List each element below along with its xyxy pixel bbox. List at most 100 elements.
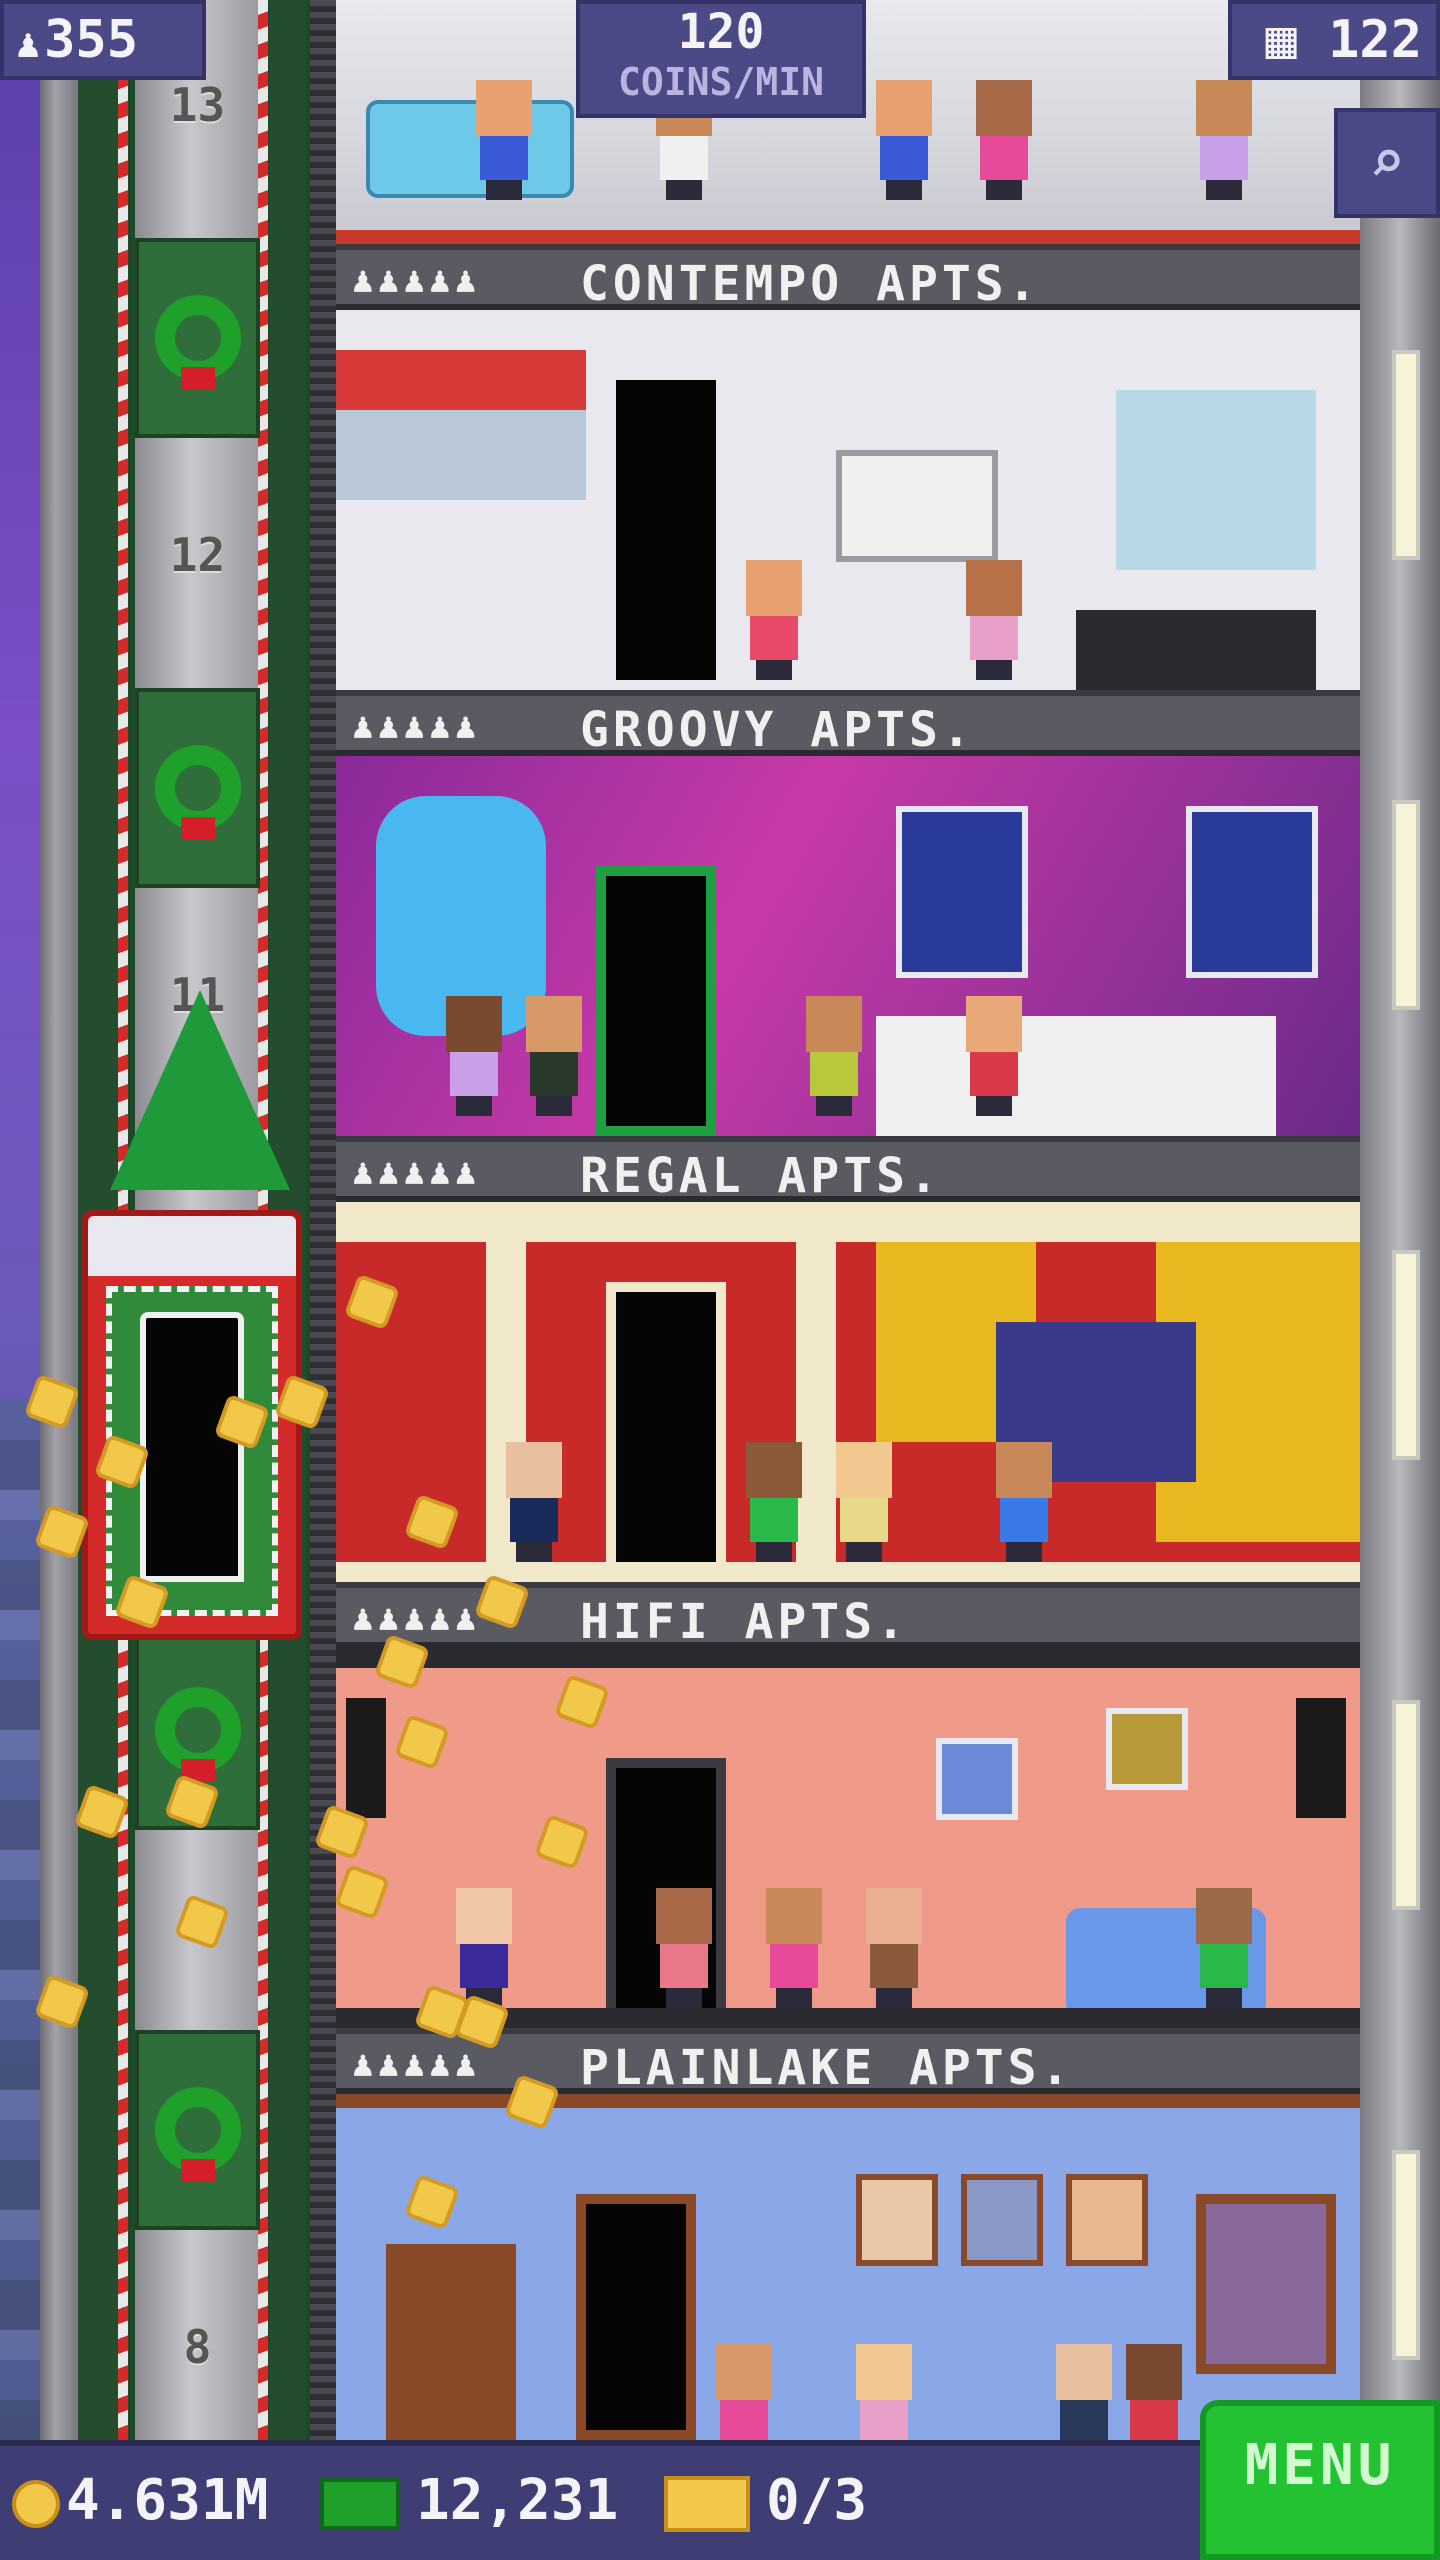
tenant[interactable] bbox=[876, 80, 932, 200]
tenant[interactable] bbox=[1196, 1888, 1252, 2008]
floors-value: 122 bbox=[1328, 10, 1422, 70]
union-jack-poster bbox=[896, 806, 1028, 978]
room-interior bbox=[336, 756, 1360, 1136]
tenant[interactable] bbox=[456, 1888, 512, 2008]
tenant[interactable] bbox=[1056, 2344, 1112, 2440]
apartment-door[interactable] bbox=[606, 1282, 726, 1582]
bux-balance[interactable]: 12,231 bbox=[320, 2466, 618, 2536]
wall-picture bbox=[936, 1738, 1018, 1820]
tenant[interactable] bbox=[996, 1442, 1052, 1562]
pillar-light bbox=[1392, 2150, 1420, 2360]
magnifier-icon: ⌕ bbox=[1368, 127, 1406, 197]
window bbox=[336, 410, 586, 500]
union-jack-poster bbox=[1186, 806, 1318, 978]
wreath-icon bbox=[154, 745, 241, 839]
apartment-door[interactable] bbox=[606, 370, 726, 690]
framed-portrait bbox=[856, 2174, 938, 2266]
ceiling-trim bbox=[336, 2094, 1360, 2108]
coin-balance-value: 4.631M bbox=[66, 2468, 269, 2533]
floor-strip bbox=[336, 230, 1360, 244]
building-icon: ▦ bbox=[1265, 10, 1297, 70]
tenant[interactable] bbox=[806, 996, 862, 1116]
bookshelf bbox=[386, 2244, 516, 2440]
room-interior bbox=[336, 310, 1360, 690]
framed-portrait bbox=[961, 2174, 1043, 2266]
wreath-panel bbox=[135, 688, 260, 888]
speaker bbox=[1296, 1698, 1346, 1818]
floor-label-bar: ♟♟♟♟♟ REGAL APTS. bbox=[336, 1136, 1360, 1204]
tenant[interactable] bbox=[976, 80, 1032, 200]
wreath-icon bbox=[154, 295, 241, 389]
floor-name: PLAINLAKE APTS. bbox=[580, 2040, 1074, 2096]
tenant[interactable] bbox=[746, 560, 802, 680]
coins-per-min-unit: COINS/MIN bbox=[618, 60, 824, 104]
tenant[interactable] bbox=[656, 1888, 712, 2008]
bux-balance-value: 12,231 bbox=[416, 2468, 619, 2533]
shaft-rail bbox=[310, 0, 336, 2440]
menu-button[interactable]: MENU bbox=[1200, 2400, 1440, 2560]
tenant[interactable] bbox=[716, 2344, 772, 2440]
coins-per-minute: 120 COINS/MIN bbox=[576, 0, 866, 118]
coin-icon bbox=[12, 2479, 60, 2528]
apartment-door[interactable] bbox=[576, 2194, 696, 2440]
window bbox=[1196, 2194, 1336, 2374]
apartment-door[interactable] bbox=[596, 866, 716, 1136]
wreath-icon bbox=[154, 2087, 241, 2181]
tenant[interactable] bbox=[746, 1442, 802, 1562]
shaft-floor-number: 12 bbox=[169, 528, 226, 582]
floor-name: CONTEMPO APTS. bbox=[580, 256, 1041, 312]
pillar-light bbox=[1392, 350, 1420, 560]
wall-stripe bbox=[336, 350, 586, 410]
occupancy-person-icons: ♟♟♟♟♟ bbox=[352, 1598, 481, 1639]
tenant[interactable] bbox=[1126, 2344, 1182, 2440]
floor-counter[interactable]: ▦ 122 bbox=[1228, 0, 1440, 80]
occupancy-person-icons: ♟♟♟♟♟ bbox=[352, 260, 481, 301]
city-background bbox=[0, 1400, 40, 2440]
shaft-wall bbox=[40, 0, 78, 2440]
floor-name: REGAL APTS. bbox=[580, 1148, 942, 1204]
bux-icon bbox=[320, 2477, 400, 2530]
elevator-door bbox=[140, 1312, 244, 1582]
tenant[interactable] bbox=[766, 1888, 822, 2008]
tenant[interactable] bbox=[966, 996, 1022, 1116]
floor-label-bar: ♟♟♟♟♟ CONTEMPO APTS. bbox=[336, 244, 1360, 312]
vip-ticket-icon bbox=[664, 2475, 750, 2532]
population-counter[interactable]: ♟355 bbox=[0, 0, 206, 80]
population-value: 355 bbox=[44, 10, 139, 70]
room-interior bbox=[336, 1202, 1360, 1582]
coin-balance[interactable]: 4.631M bbox=[12, 2466, 268, 2536]
tenant[interactable] bbox=[506, 1442, 562, 1562]
floor-name: HIFI APTS. bbox=[580, 1594, 909, 1650]
wreath-panel bbox=[135, 2030, 260, 2230]
tenant[interactable] bbox=[856, 2344, 912, 2440]
sofa bbox=[366, 100, 574, 198]
floor-label-bar: ♟♟♟♟♟ GROOVY APTS. bbox=[336, 690, 1360, 758]
tenant[interactable] bbox=[866, 1888, 922, 2008]
shaft-floor-number: 13 bbox=[169, 78, 226, 132]
wreath-panel bbox=[135, 238, 260, 438]
vip-tickets-value: 0/3 bbox=[766, 2468, 868, 2533]
tenant[interactable] bbox=[1196, 80, 1252, 200]
shelf-window bbox=[1116, 390, 1316, 570]
zoom-button[interactable]: ⌕ bbox=[1334, 108, 1440, 218]
occupancy-person-icons: ♟♟♟♟♟ bbox=[352, 706, 481, 747]
elevator-car[interactable] bbox=[82, 1210, 302, 1640]
bed bbox=[1076, 610, 1316, 690]
tenant[interactable] bbox=[526, 996, 582, 1116]
pillar-light bbox=[1392, 800, 1420, 1010]
vip-tickets[interactable]: 0/3 bbox=[664, 2466, 867, 2536]
tenant[interactable] bbox=[476, 80, 532, 200]
room-interior bbox=[336, 2094, 1360, 2440]
tenant[interactable] bbox=[446, 996, 502, 1116]
christmas-tree-icon bbox=[110, 990, 290, 1190]
tenant[interactable] bbox=[836, 1442, 892, 1562]
pillar-light bbox=[1392, 1250, 1420, 1460]
speaker bbox=[346, 1698, 386, 1818]
person-icon: ♟ bbox=[16, 21, 41, 67]
pillar-light bbox=[1392, 1700, 1420, 1910]
tenant[interactable] bbox=[966, 560, 1022, 680]
room-interior bbox=[336, 1648, 1360, 2028]
wall-picture bbox=[1106, 1708, 1188, 1790]
shaft-floor-number: 8 bbox=[183, 2320, 212, 2374]
framed-portrait bbox=[1066, 2174, 1148, 2266]
